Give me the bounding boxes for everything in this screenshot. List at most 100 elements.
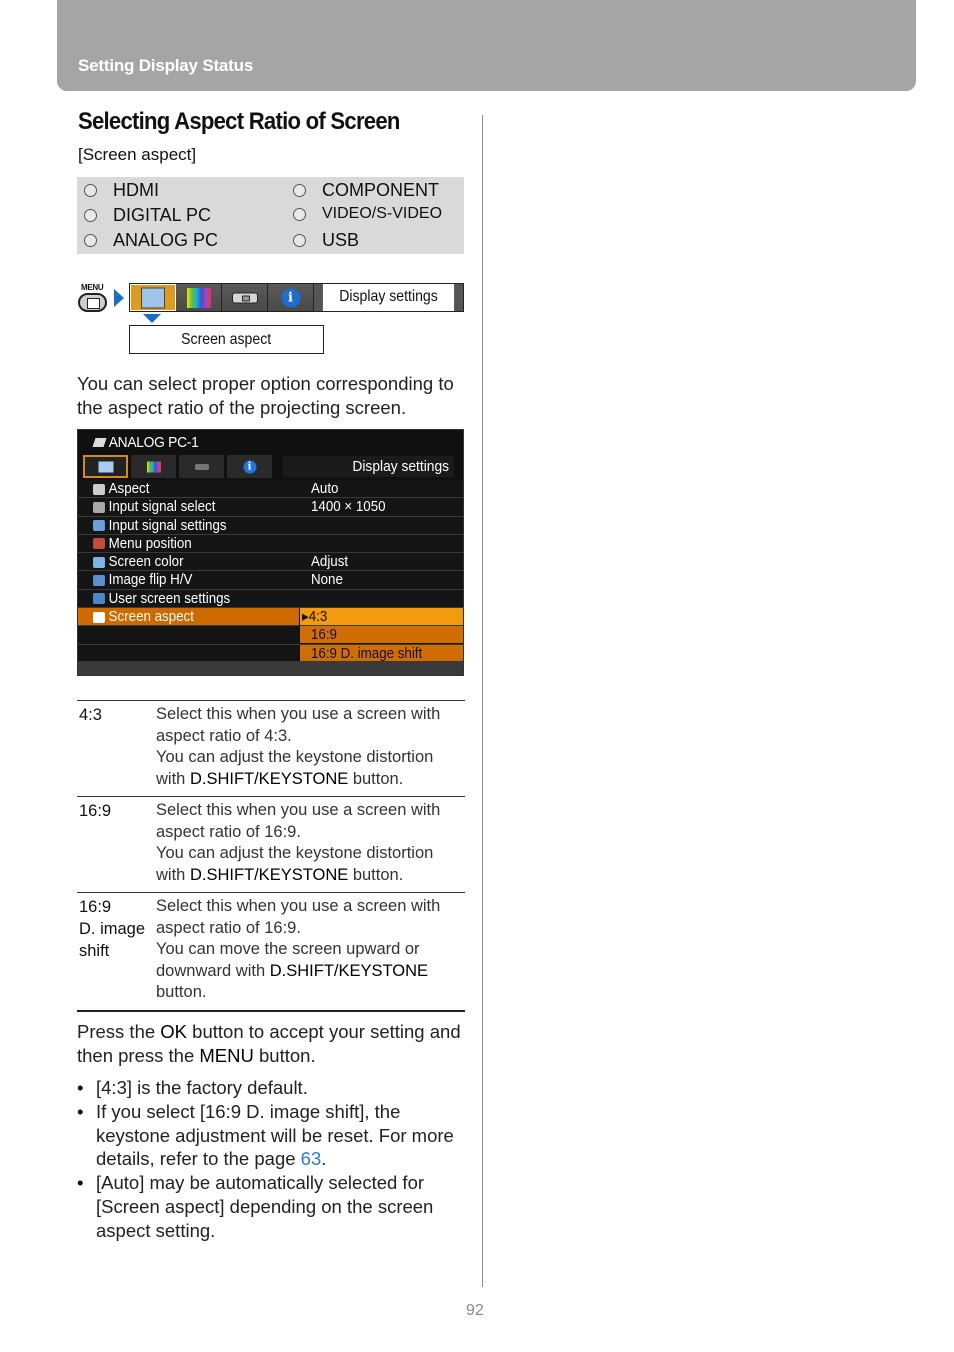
desc-line: Select this when you use a screen with a… [156,801,441,841]
osd-row: Screen color Adjust [78,553,463,572]
arrow-down-icon [143,314,161,323]
info-icon: i [243,460,256,473]
osd-row-text: Menu position [108,535,192,552]
osd-title: Display settings [283,456,454,477]
section-header-band: Setting Display Status [57,0,916,91]
input-hdmi: HDMI [84,180,159,201]
osd-option-label: 16:9 D. image shift [311,645,423,662]
projector-icon [194,463,209,470]
note-item: [Auto] may be automatically selected for… [77,1171,467,1242]
desc-line: You can adjust the keystone distortion w… [156,843,465,886]
options-table: 4:3 Select this when you use a screen wit… [77,700,465,1012]
input-label: VIDEO/S-VIDEO [322,205,443,222]
info-icon: i [281,288,300,307]
menu-button-ref: MENU [199,1044,254,1066]
osd-option-label: 16:9 [311,627,337,644]
osd-row-icon [93,593,105,605]
input-label: DIGITAL PC [113,205,212,225]
input-label: USB [322,230,360,250]
osd-row-label: Screen color [93,553,184,571]
input-usb: USB [293,230,359,251]
osd-row: Input signal settings [78,516,463,535]
radio-icon [293,184,306,197]
input-label: ANALOG PC [113,230,219,250]
option-key: 16:9 D. image shift [77,896,156,1004]
osd-row-icon [93,611,105,623]
radio-icon [84,209,97,222]
osd-row-icon [93,574,105,586]
option-description: Select this when you use a screen with a… [156,800,465,886]
osd-row-icon [93,501,105,513]
osd-row-text: Aspect [108,481,150,497]
radio-icon [84,184,97,197]
option-key-line: D. image [79,920,146,938]
text: button. [348,769,404,788]
submenu-box: Screen aspect [129,325,324,354]
option-key: 16:9 [77,800,156,886]
radio-icon [293,207,306,221]
arrow-right-icon [114,289,124,307]
osd-title-label: Display settings [352,458,449,475]
tab-title: Display settings [322,284,455,311]
osd-row-text: Input signal select [108,499,216,516]
osd-option: 16:9 [299,626,463,644]
osd-tab-install [179,455,224,478]
screen-icon [98,461,113,472]
table-row: 4:3 Select this when you use a screen wit… [77,701,465,797]
osd-row-text: User screen settings [108,590,231,607]
column-divider [482,115,483,1287]
osd-row-label: User screen settings [93,590,230,608]
page-number: 92 [466,1302,484,1319]
osd-row-label: Menu position [93,535,192,553]
applicable-inputs-box: HDMI DIGITAL PC ANALOG PC COMPONENT VIDE… [77,177,464,254]
projector-icon [231,292,258,303]
note-item: [4:3] is the factory default. [77,1076,467,1100]
osd-row: Image flip H/V None [78,571,463,590]
osd-row-label: Image flip H/V [93,571,192,589]
osd-row-value: 1400 × 1050 [311,499,386,516]
osd-row: Menu position [78,534,463,554]
osd-row-icon [93,520,105,532]
notes-list: [4:3] is the factory default. If you sel… [77,1076,467,1243]
desc-line: Select this when you use a screen with a… [156,705,441,745]
text: Press the [77,1021,161,1042]
tab-image-adjust [176,284,222,311]
osd-row: Aspect Auto [78,480,463,499]
osd-option: 16:9 D. image shift [299,644,463,662]
pc-icon [92,438,107,447]
desc-line: You can adjust the keystone distortion w… [156,747,465,790]
osd-row-icon [93,483,105,495]
osd-row-text: Screen color [108,554,184,571]
color-bars-icon [186,287,211,308]
button-ref: D.SHIFT/KEYSTONE [189,865,349,884]
osd-row-empty: 16:9 [78,626,463,645]
text: . [321,1148,327,1170]
submenu-label: Screen aspect [181,331,272,348]
tab-information: i [268,284,314,311]
menu-tab-bar: i Display settings [129,283,464,312]
menu-item-name: [Screen aspect] [78,145,197,164]
screen-icon [141,287,165,308]
osd-row-text: Input signal settings [108,517,227,534]
desc-line: You can move the screen upward or downwa… [156,939,465,1004]
text: button. [348,865,404,884]
menu-button-label: MENU [81,283,104,292]
input-analog-pc: ANALOG PC [84,230,218,251]
osd-row: User screen settings [78,589,463,609]
osd-row-label: Aspect [93,480,149,498]
text: button. [253,1044,316,1066]
text: button. [156,983,207,1001]
osd-row-label: Input signal settings [93,517,227,535]
page-link[interactable]: 63 [301,1148,322,1169]
osd-source: ANALOG PC-1 [92,434,199,451]
desc-line: Select this when you use a screen with a… [156,897,441,937]
remote-button-shape [78,293,107,312]
intro-paragraph: You can select proper option correspondi… [77,373,454,418]
osd-row-value: Adjust [311,554,349,571]
osd-row: Screen aspect ▸4:3 [78,608,463,627]
osd-tab-display [83,455,128,478]
section-title: Setting Display Status [78,56,254,75]
osd-row-text: Screen aspect [108,609,194,626]
osd-menu-screenshot: ANALOG PC-1 i Display settings Aspect Aut… [77,429,464,676]
color-bars-icon [146,461,161,472]
